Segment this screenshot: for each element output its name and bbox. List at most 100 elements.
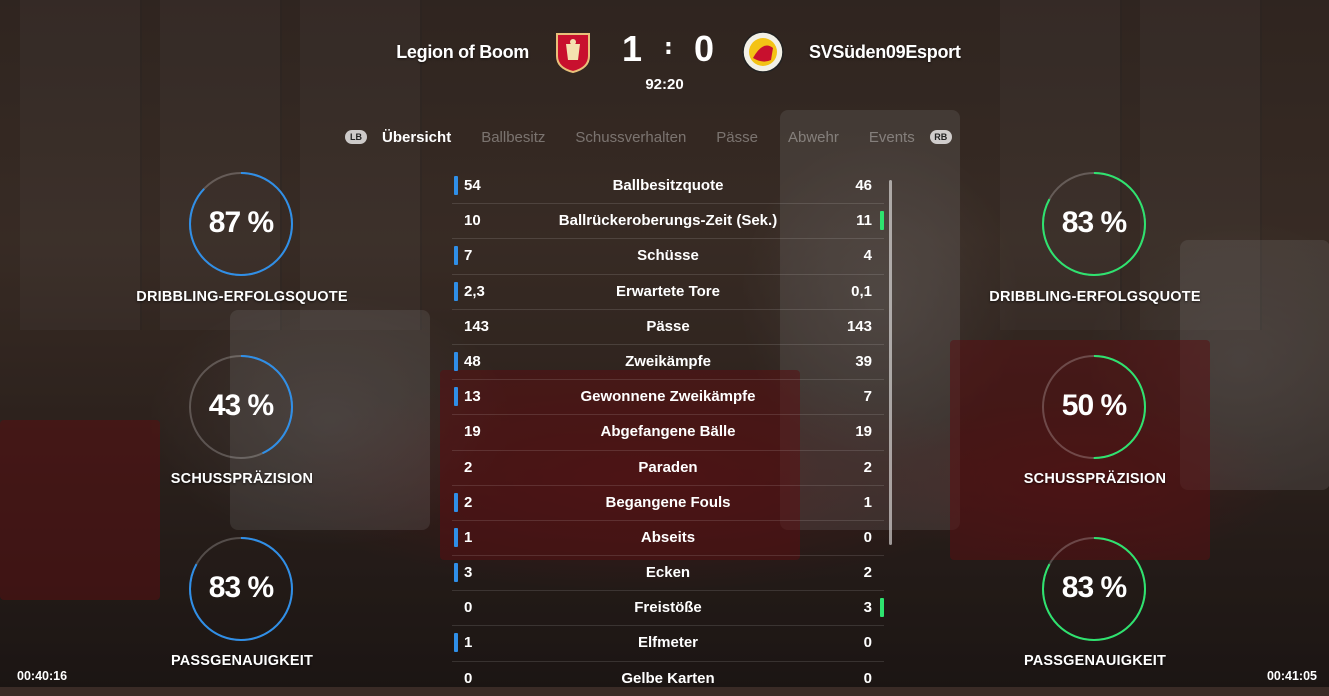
home-dribbling-label: DRIBBLING-ERFOLGSQUOTE — [136, 289, 348, 305]
home-shot-accuracy-label: SCHUSSPRÄZISION — [170, 471, 314, 487]
score-separator: : — [664, 35, 673, 60]
home-pass-accuracy-value: 83 % — [208, 571, 274, 604]
away-shot-accuracy-value: 50 % — [1061, 389, 1127, 422]
stat-row: 2 Paraden 2 — [452, 451, 884, 486]
away-leader-marker — [880, 598, 884, 618]
away-stat-value: 0 — [863, 528, 872, 546]
stat-row: 10 Ballrückeroberungs-Zeit (Sek.) 11 — [452, 204, 884, 240]
home-stat-value: 19 — [464, 423, 481, 441]
home-leader-marker — [454, 246, 458, 266]
tab-schussverhalten[interactable]: Schussverhalten — [575, 129, 686, 146]
stat-label: Freistöße — [634, 599, 702, 617]
home-leader-marker — [454, 351, 458, 371]
away-stat-value: 1 — [863, 493, 872, 511]
tab-abwehr[interactable]: Abwehr — [788, 129, 839, 146]
rb-bumper-icon[interactable]: RB — [929, 130, 952, 144]
home-stat-value: 143 — [464, 317, 490, 335]
tab-uebersicht[interactable]: Übersicht — [382, 129, 451, 146]
home-stat-value: 13 — [464, 388, 481, 406]
home-stat-value: 48 — [464, 352, 481, 370]
home-stat-value: 3 — [464, 564, 473, 582]
away-stat-value: 2 — [863, 458, 872, 476]
away-stat-value: 2 — [863, 564, 872, 582]
home-shot-accuracy-ring: 43 % — [189, 355, 293, 459]
scoreboard: Legion of Boom 1 : 0 SVSüden09Esport 92:… — [0, 28, 1329, 110]
home-leader-marker — [454, 527, 458, 547]
away-stat-value: 4 — [863, 247, 872, 265]
stat-label: Ecken — [645, 564, 691, 582]
stat-label: Zweikämpfe — [625, 352, 711, 370]
home-stat-value: 1 — [464, 528, 473, 546]
stat-label: Schüsse — [637, 247, 699, 265]
stat-label: Gelbe Karten — [621, 669, 715, 687]
stat-row: 13 Gewonnene Zweikämpfe 7 — [452, 380, 884, 416]
away-score: 0 — [694, 28, 715, 69]
home-shot-accuracy-value: 43 % — [208, 389, 274, 422]
tab-ballbesitz[interactable]: Ballbesitz — [481, 129, 545, 146]
stat-label: Paraden — [638, 458, 698, 476]
away-stat-value: 0,1 — [851, 282, 872, 300]
lb-bumper-icon[interactable]: LB — [345, 130, 367, 144]
away-stat-value: 0 — [863, 669, 872, 687]
stat-row: 7 Schüsse 4 — [452, 239, 884, 275]
stat-row: 2,3 Erwartete Tore 0,1 — [452, 275, 884, 310]
home-leader-marker — [454, 387, 458, 407]
away-stat-value: 39 — [855, 352, 872, 370]
away-shot-accuracy-ring: 50 % — [1042, 355, 1146, 459]
stat-label: Abgefangene Bälle — [600, 423, 736, 441]
tab-events[interactable]: Events — [869, 129, 915, 146]
away-team-name: SVSüden09Esport — [809, 42, 961, 62]
home-dribbling-ring: 87 % — [189, 172, 293, 276]
stat-row: 143 Pässe 143 — [452, 310, 884, 345]
away-pass-accuracy-ring: 83 % — [1042, 537, 1146, 641]
home-dribbling-value: 87 % — [208, 206, 274, 239]
match-clock: 92:20 — [645, 76, 684, 93]
home-leader-marker — [454, 563, 458, 583]
away-stat-value: 19 — [855, 423, 872, 441]
total-time: 00:41:05 — [1266, 669, 1317, 683]
home-stat-value: 2 — [464, 493, 473, 511]
stat-label: Gewonnene Zweikämpfe — [580, 388, 756, 406]
svsueden-crest-icon — [741, 30, 784, 74]
stat-row: 48 Zweikämpfe 39 — [452, 345, 884, 381]
home-pass-accuracy-ring: 83 % — [189, 537, 293, 641]
stat-label: Abseits — [640, 528, 696, 546]
away-pass-accuracy-value: 83 % — [1061, 571, 1127, 604]
tab-paesse[interactable]: Pässe — [716, 129, 758, 146]
stats-tabs: LB Übersicht Ballbesitz Schussverhalten … — [345, 126, 952, 148]
home-stat-value: 54 — [464, 177, 481, 194]
away-stat-value: 0 — [863, 634, 872, 652]
stat-label: Begangene Fouls — [605, 493, 731, 511]
home-stat-value: 10 — [464, 212, 481, 230]
stat-label: Elfmeter — [637, 634, 699, 652]
away-stat-value: 3 — [863, 599, 872, 617]
elapsed-time: 00:40:16 — [17, 669, 68, 683]
stats-table[interactable]: 54 Ballbesitzquote 46 10 Ballrückeroberungs-… — [452, 169, 884, 696]
stats-scrollbar[interactable] — [889, 180, 892, 545]
home-leader-marker — [454, 492, 458, 512]
liverpool-crest-icon — [552, 30, 594, 74]
stat-row: 1 Abseits 0 — [452, 521, 884, 557]
stat-row: 0 Gelbe Karten 0 — [452, 662, 884, 696]
home-leader-marker — [454, 633, 458, 653]
home-team-name: Legion of Boom — [396, 42, 529, 62]
home-stat-value: 0 — [464, 599, 473, 617]
home-stat-value: 2 — [464, 458, 473, 476]
away-dribbling-ring: 83 % — [1042, 172, 1146, 276]
home-stat-value: 0 — [464, 669, 473, 687]
home-leader-marker — [454, 176, 458, 195]
home-score: 1 — [622, 28, 643, 69]
away-stat-value: 7 — [863, 388, 872, 406]
stat-label: Pässe — [646, 317, 690, 335]
away-shot-accuracy-label: SCHUSSPRÄZISION — [1023, 471, 1167, 487]
stat-label: Ballbesitzquote — [612, 177, 724, 194]
stat-label: Ballrückeroberungs-Zeit (Sek.) — [558, 212, 778, 230]
away-stat-value: 46 — [855, 177, 872, 194]
stat-row: 19 Abgefangene Bälle 19 — [452, 415, 884, 451]
away-dribbling-label: DRIBBLING-ERFOLGSQUOTE — [989, 289, 1201, 305]
home-stat-value: 2,3 — [464, 282, 485, 300]
stat-row: 2 Begangene Fouls 1 — [452, 486, 884, 521]
stat-row: 3 Ecken 2 — [452, 556, 884, 592]
away-leader-marker — [880, 211, 884, 231]
stat-row: 0 Freistöße 3 — [452, 591, 884, 627]
